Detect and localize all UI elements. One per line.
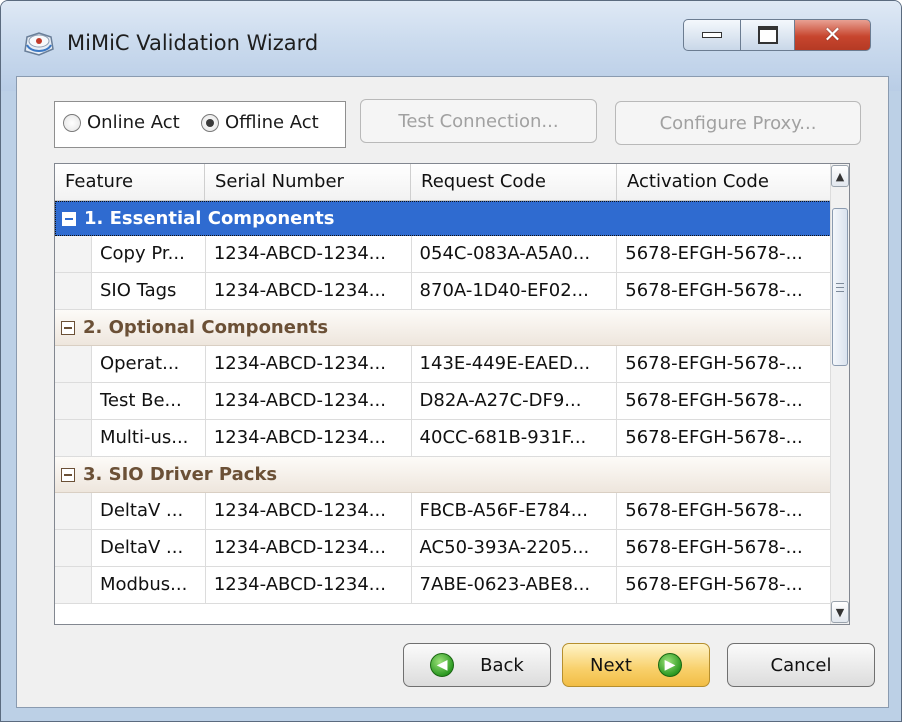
row-indent <box>55 420 92 456</box>
wizard-window: MiMiC Validation Wizard ✕ Online Act Off… <box>0 0 902 722</box>
feature-cell: Copy Pr... <box>92 236 206 272</box>
group-label: 3. SIO Driver Packs <box>83 464 278 485</box>
radio-checked-icon <box>201 113 219 132</box>
grid-header: Feature Serial Number Request Code Activ… <box>55 164 831 201</box>
table-row[interactable]: Modbus... 1234-ABCD-1234... 7ABE-0623-AB… <box>55 567 831 604</box>
feature-cell: Multi-us... <box>92 420 206 456</box>
request-code-cell: AC50-393A-2205... <box>412 530 618 566</box>
serial-number-cell: 1234-ABCD-1234... <box>206 236 412 272</box>
online-activation-label: Online Act <box>87 112 180 133</box>
activation-code-cell[interactable]: 5678-EFGH-5678-... <box>617 420 831 456</box>
maximize-button[interactable] <box>741 19 795 51</box>
row-indent <box>55 493 92 529</box>
group-label: 2. Optional Components <box>83 317 329 338</box>
table-row[interactable]: DeltaV ... 1234-ABCD-1234... FBCB-A56F-E… <box>55 493 831 530</box>
row-indent <box>55 530 92 566</box>
minimize-button[interactable] <box>683 19 741 51</box>
feature-cell: Modbus... <box>92 567 206 603</box>
wizard-content: Online Act Offline Act Test Connection..… <box>16 76 889 708</box>
request-code-cell: 7ABE-0623-ABE8... <box>412 567 618 603</box>
feature-cell: SIO Tags <box>92 273 206 309</box>
serial-number-cell: 1234-ABCD-1234... <box>206 383 412 419</box>
feature-cell: Operat... <box>92 346 206 382</box>
online-activation-radio[interactable]: Online Act <box>63 112 203 133</box>
scroll-down-button[interactable]: ▼ <box>831 601 849 623</box>
column-header-feature[interactable]: Feature <box>55 164 205 200</box>
table-row[interactable]: DeltaV ... 1234-ABCD-1234... AC50-393A-2… <box>55 530 831 567</box>
row-indent <box>55 273 92 309</box>
serial-number-cell: 1234-ABCD-1234... <box>206 273 412 309</box>
feature-cell: DeltaV ... <box>92 530 206 566</box>
column-header-serial-number[interactable]: Serial Number <box>205 164 411 200</box>
table-row[interactable]: Multi-us... 1234-ABCD-1234... 40CC-681B-… <box>55 420 831 457</box>
collapse-icon[interactable] <box>61 320 75 335</box>
serial-number-cell: 1234-ABCD-1234... <box>206 420 412 456</box>
request-code-cell: D82A-A27C-DF9... <box>412 383 618 419</box>
row-indent <box>55 346 92 382</box>
activation-mode-group: Online Act Offline Act <box>54 101 346 148</box>
minimize-icon <box>702 32 722 38</box>
activation-code-cell[interactable]: 5678-EFGH-5678-... <box>617 530 831 566</box>
scroll-up-button[interactable]: ▲ <box>831 165 849 187</box>
column-header-activation-code[interactable]: Activation Code <box>617 164 831 200</box>
cancel-button[interactable]: Cancel <box>727 643 875 687</box>
maximize-icon <box>757 26 778 44</box>
row-indent <box>55 236 92 272</box>
activation-code-cell[interactable]: 5678-EFGH-5678-... <box>617 273 831 309</box>
offline-activation-label: Offline Act <box>225 112 319 133</box>
serial-number-cell: 1234-ABCD-1234... <box>206 530 412 566</box>
activation-code-cell[interactable]: 5678-EFGH-5678-... <box>617 383 831 419</box>
serial-number-cell: 1234-ABCD-1234... <box>206 346 412 382</box>
arrow-right-icon: ▶ <box>657 653 682 677</box>
feature-grid: Feature Serial Number Request Code Activ… <box>54 163 850 625</box>
collapse-icon[interactable] <box>62 211 76 226</box>
next-label: Next <box>590 654 632 676</box>
grip-icon <box>836 282 844 292</box>
grid-rows: 1. Essential Components Copy Pr... 1234-… <box>55 201 831 604</box>
activation-code-cell[interactable]: 5678-EFGH-5678-... <box>617 346 831 382</box>
collapse-icon[interactable] <box>61 467 75 482</box>
table-row[interactable]: Test Be... 1234-ABCD-1234... D82A-A27C-D… <box>55 383 831 420</box>
scroll-thumb[interactable] <box>832 208 848 366</box>
configure-proxy-button[interactable]: Configure Proxy... <box>615 101 861 145</box>
request-code-cell: 870A-1D40-EF02... <box>412 273 618 309</box>
table-row[interactable]: SIO Tags 1234-ABCD-1234... 870A-1D40-EF0… <box>55 273 831 310</box>
test-connection-button[interactable]: Test Connection... <box>360 99 597 143</box>
feature-cell: DeltaV ... <box>92 493 206 529</box>
back-label: Back <box>480 654 524 676</box>
back-button[interactable]: ◀ Back <box>403 643 551 687</box>
window-controls: ✕ <box>683 19 871 51</box>
chevron-down-icon: ▼ <box>835 605 845 619</box>
offline-activation-radio[interactable]: Offline Act <box>201 112 341 133</box>
arrow-left-icon: ◀ <box>430 653 455 677</box>
group-label: 1. Essential Components <box>84 208 335 229</box>
row-indent <box>55 383 92 419</box>
request-code-cell: 054C-083A-A5A0... <box>412 236 618 272</box>
serial-number-cell: 1234-ABCD-1234... <box>206 493 412 529</box>
vertical-scrollbar[interactable]: ▲ ▼ <box>830 164 849 624</box>
table-row[interactable]: Operat... 1234-ABCD-1234... 143E-449E-EA… <box>55 346 831 383</box>
column-header-request-code[interactable]: Request Code <box>411 164 617 200</box>
activation-code-cell[interactable]: 5678-EFGH-5678-... <box>617 236 831 272</box>
request-code-cell: FBCB-A56F-E784... <box>412 493 618 529</box>
activation-code-cell[interactable]: 5678-EFGH-5678-... <box>617 567 831 603</box>
table-row[interactable]: Copy Pr... 1234-ABCD-1234... 054C-083A-A… <box>55 236 831 273</box>
window-title: MiMiC Validation Wizard <box>67 31 319 55</box>
close-button[interactable]: ✕ <box>795 19 871 51</box>
next-button[interactable]: Next ▶ <box>562 643 710 687</box>
chevron-up-icon: ▲ <box>835 169 845 183</box>
row-indent <box>55 567 92 603</box>
group-row[interactable]: 3. SIO Driver Packs <box>55 457 831 493</box>
group-row[interactable]: 2. Optional Components <box>55 310 831 346</box>
feature-cell: Test Be... <box>92 383 206 419</box>
app-icon <box>24 32 54 56</box>
radio-unchecked-icon <box>63 113 81 132</box>
group-row[interactable]: 1. Essential Components <box>55 201 831 236</box>
activation-code-cell[interactable]: 5678-EFGH-5678-... <box>617 493 831 529</box>
serial-number-cell: 1234-ABCD-1234... <box>206 567 412 603</box>
close-icon: ✕ <box>823 22 842 48</box>
request-code-cell: 40CC-681B-931F... <box>412 420 618 456</box>
request-code-cell: 143E-449E-EAED... <box>412 346 618 382</box>
